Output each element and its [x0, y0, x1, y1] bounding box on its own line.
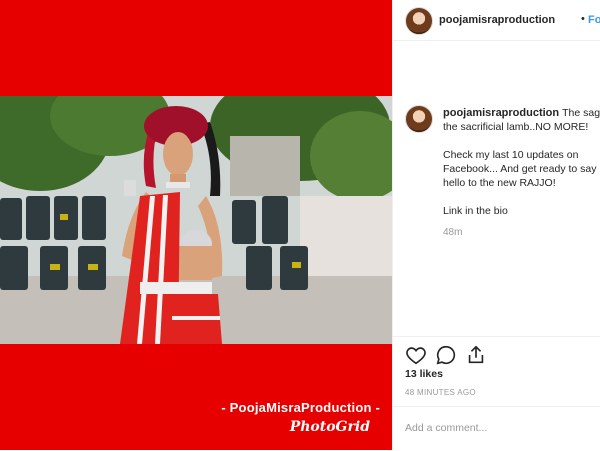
like-count[interactable]: 13 likes — [405, 368, 443, 380]
caption-line-3: Link in the bio — [443, 205, 508, 217]
watermark-brand-logo: PhotoGrid — [289, 419, 370, 435]
header-username[interactable]: poojamisraproduction — [439, 14, 555, 26]
comment-bar — [393, 406, 600, 451]
caption-username[interactable]: poojamisraproduction — [443, 107, 559, 119]
post-media[interactable]: - PoojaMisraProduction - PhotoGrid — [0, 0, 392, 450]
watermark-text: - PoojaMisraProduction - — [221, 400, 380, 415]
avatar[interactable] — [405, 7, 433, 35]
heart-icon[interactable] — [405, 344, 427, 366]
post-date: 48 MINUTES AGO — [405, 388, 476, 397]
caption-timestamp: 48m — [443, 227, 463, 238]
comment-input[interactable] — [405, 419, 585, 437]
caption-avatar[interactable] — [405, 105, 433, 133]
photogrid-watermark: - PoojaMisraProduction - PhotoGrid — [221, 400, 380, 435]
caption-text: poojamisraproductionThe saga the sacrifi… — [443, 106, 600, 232]
post-sidebar: poojamisraproduction • Follow poojamisra… — [392, 0, 600, 450]
speech-bubble-icon[interactable] — [435, 344, 457, 366]
share-icon[interactable] — [465, 344, 487, 366]
follow-button[interactable]: Follow — [588, 14, 600, 26]
post-photo[interactable] — [0, 96, 392, 344]
post-header: poojamisraproduction • Follow — [393, 0, 600, 41]
action-bar — [393, 336, 600, 365]
follow-separator: • — [581, 13, 585, 25]
caption-line-2: Check my last 10 updates on Facebook... … — [443, 149, 597, 189]
